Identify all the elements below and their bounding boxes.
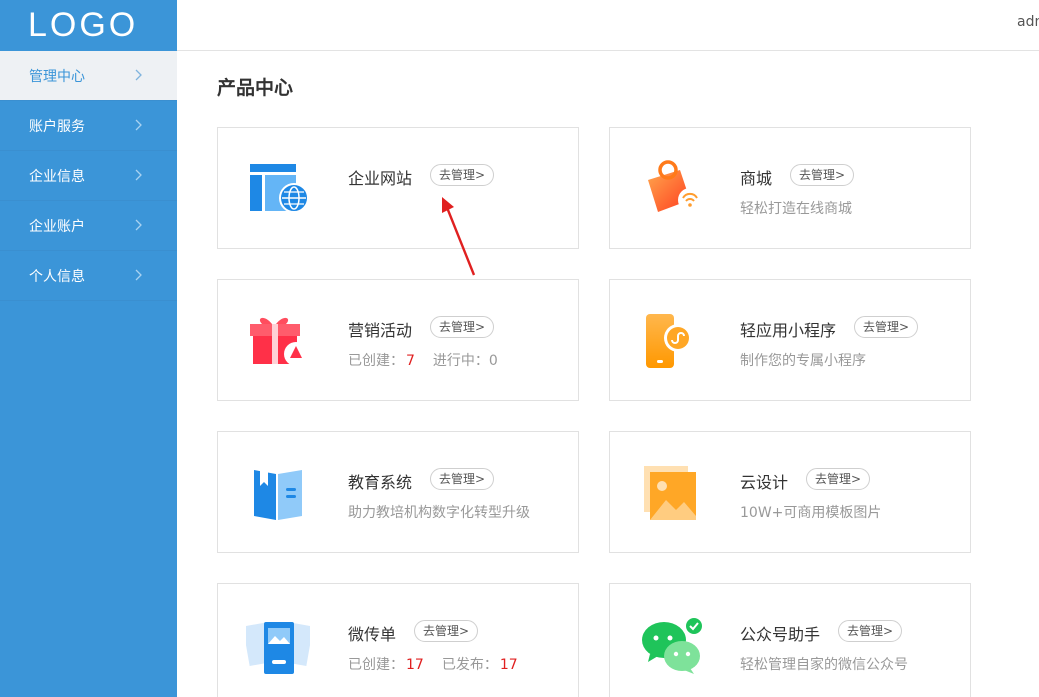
chevron-right-icon xyxy=(135,169,142,181)
chevron-right-icon xyxy=(135,119,142,131)
sidebar-item-label: 企业信息 xyxy=(29,168,85,185)
product-name: 企业网站 xyxy=(348,169,413,188)
stat-label-published: 已发布： xyxy=(441,657,498,673)
app: LOGO 管理中心 账户服务 企业信息 企业账户 个人信息 ad 产品中心 企业… xyxy=(0,0,1039,697)
user-name[interactable]: admin xyxy=(1017,14,1039,30)
sidebar-item-label: 管理中心 xyxy=(29,68,85,85)
product-card-website[interactable]: 企业网站 去管理> xyxy=(217,127,579,249)
manage-button[interactable]: 去管理> xyxy=(838,620,903,642)
sidebar-item-personal-info[interactable]: 个人信息 xyxy=(0,251,177,301)
manage-button[interactable]: 去管理> xyxy=(414,620,479,642)
image-design-icon xyxy=(644,466,696,520)
sidebar-nav: 管理中心 账户服务 企业信息 企业账户 个人信息 xyxy=(0,51,177,301)
main-content: 产品中心 企业网站 去管理> 商城 去管理> 轻松打造在线商城 营销活动 去管理… xyxy=(177,51,1039,697)
chevron-right-icon xyxy=(135,69,142,81)
product-name: 公众号助手 xyxy=(740,625,821,644)
manage-button[interactable]: 去管理> xyxy=(854,316,919,338)
chevron-right-icon xyxy=(135,269,142,281)
topbar: admin xyxy=(177,0,1039,51)
book-icon xyxy=(254,470,302,520)
manage-button[interactable]: 去管理> xyxy=(790,164,855,186)
sidebar-item-management-center[interactable]: 管理中心 xyxy=(0,51,177,101)
sidebar-item-label: 个人信息 xyxy=(29,268,85,285)
product-card-flyer[interactable]: 微传单 去管理> 已创建： 17 已发布： 17 xyxy=(217,583,579,697)
product-description: 轻松管理自家的微信公众号 xyxy=(740,657,908,673)
annotation-arrow-icon xyxy=(442,197,476,276)
stat-value-created: 17 xyxy=(406,657,424,673)
sidebar-item-label: 企业账户 xyxy=(29,218,85,235)
mini-program-icon xyxy=(646,314,692,368)
product-name: 微传单 xyxy=(348,625,397,644)
product-description: 10W+可商用模板图片 xyxy=(740,505,882,521)
product-card-cloud-design[interactable]: 云设计 去管理> 10W+可商用模板图片 xyxy=(609,431,971,553)
website-icon xyxy=(250,164,309,213)
product-stats: 已创建： 17 已发布： 17 xyxy=(348,654,518,674)
flyer-icon xyxy=(246,622,310,674)
sidebar-item-company-account[interactable]: 企业账户 xyxy=(0,201,177,251)
wechat-icon xyxy=(642,616,702,674)
shop-bag-icon xyxy=(648,160,702,212)
manage-button[interactable]: 去管理> xyxy=(430,164,495,186)
product-name: 营销活动 xyxy=(348,321,413,340)
stat-label-in-progress: 进行中： xyxy=(432,353,489,369)
product-description: 助力教培机构数字化转型升级 xyxy=(348,505,530,521)
stat-label-created: 已创建： xyxy=(348,353,404,369)
product-name: 云设计 xyxy=(740,473,789,492)
sidebar-item-account-service[interactable]: 账户服务 xyxy=(0,101,177,151)
product-description: 轻松打造在线商城 xyxy=(740,201,852,217)
manage-button[interactable]: 去管理> xyxy=(430,316,495,338)
chevron-right-icon xyxy=(135,219,142,231)
product-card-shop[interactable]: 商城 去管理> 轻松打造在线商城 xyxy=(609,127,971,249)
product-card-mini-program[interactable]: 轻应用小程序 去管理> 制作您的专属小程序 xyxy=(609,279,971,401)
sidebar-item-label: 账户服务 xyxy=(29,118,85,135)
logo: LOGO xyxy=(28,5,139,44)
manage-button[interactable]: 去管理> xyxy=(806,468,871,490)
manage-button[interactable]: 去管理> xyxy=(430,468,495,490)
page-title: 产品中心 xyxy=(217,77,294,99)
product-stats: 已创建： 7 进行中：0 xyxy=(348,350,498,370)
product-name: 商城 xyxy=(740,169,773,188)
product-name: 轻应用小程序 xyxy=(740,321,837,340)
product-card-wechat-assistant[interactable]: 公众号助手 去管理> 轻松管理自家的微信公众号 xyxy=(609,583,971,697)
product-card-education[interactable]: 教育系统 去管理> 助力教培机构数字化转型升级 xyxy=(217,431,579,553)
product-name: 教育系统 xyxy=(348,473,413,492)
sidebar-item-company-info[interactable]: 企业信息 xyxy=(0,151,177,201)
stat-value-created: 7 xyxy=(406,353,415,369)
sidebar: LOGO 管理中心 账户服务 企业信息 企业账户 个人信息 xyxy=(0,0,177,697)
stat-value-in-progress: 0 xyxy=(488,353,498,369)
product-description: 制作您的专属小程序 xyxy=(740,353,866,369)
product-card-marketing[interactable]: 营销活动 去管理> 已创建： 7 进行中：0 xyxy=(217,279,579,401)
gift-icon xyxy=(250,317,308,366)
stat-label-created: 已创建： xyxy=(348,657,404,673)
stat-value-published: 17 xyxy=(499,657,518,673)
